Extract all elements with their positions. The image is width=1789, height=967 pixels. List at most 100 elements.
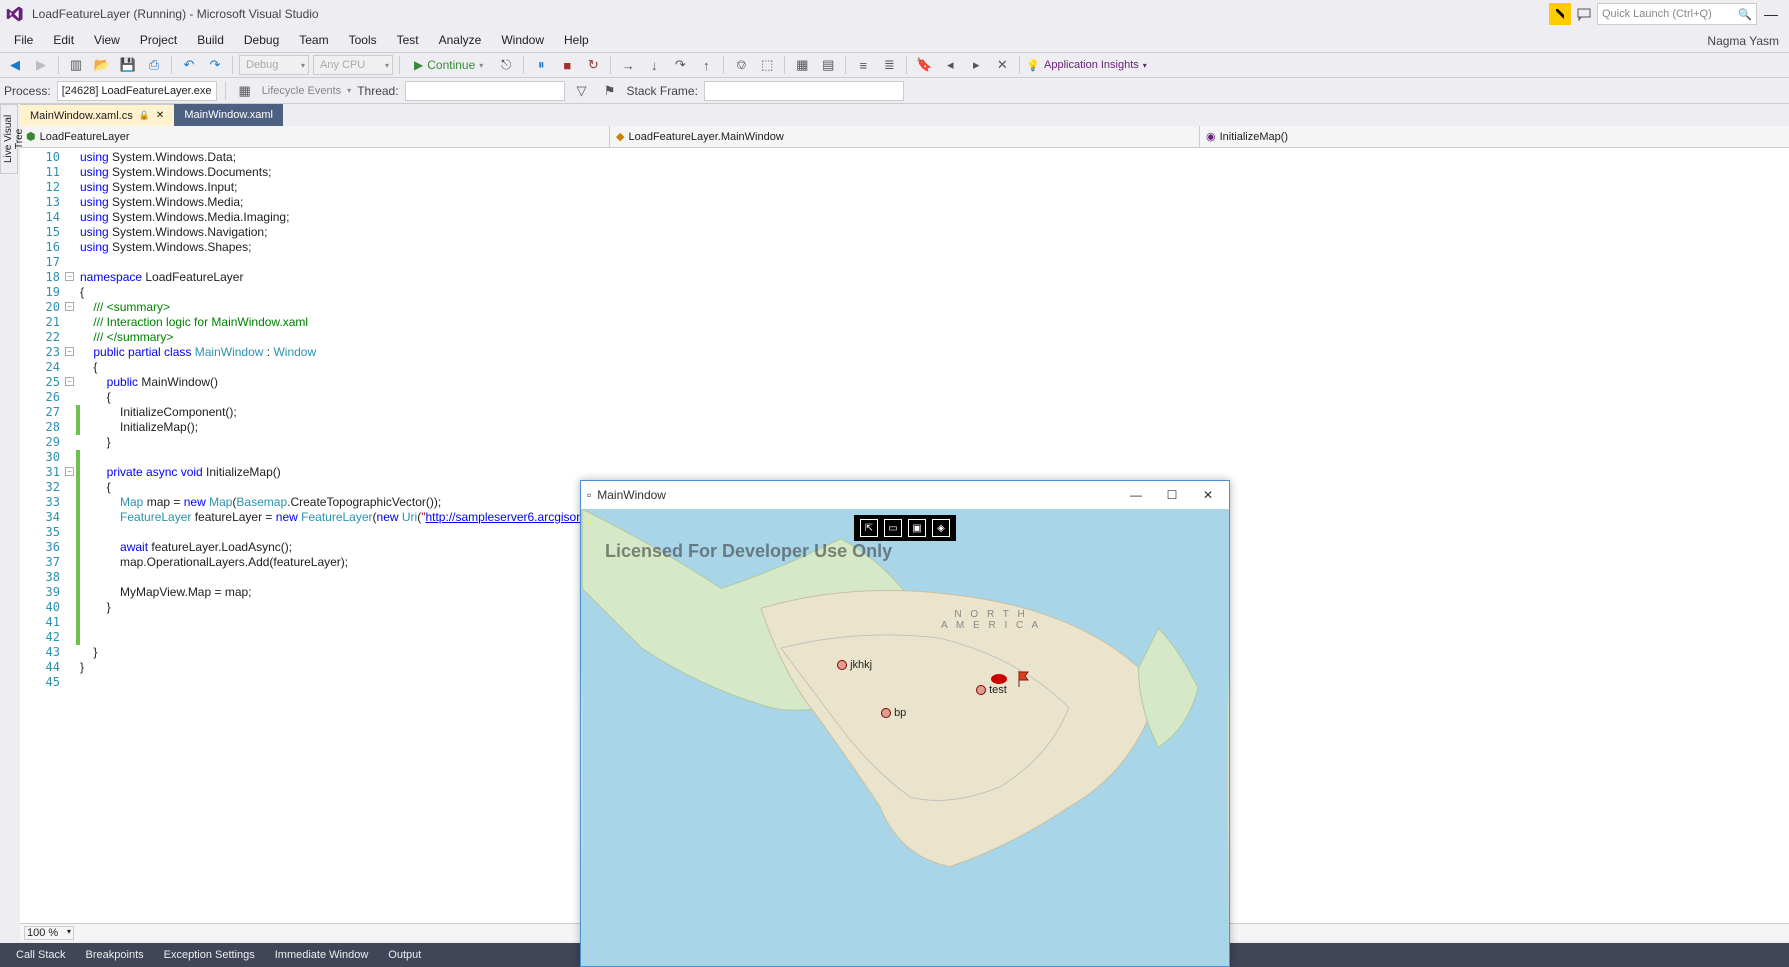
close-icon[interactable]: ✕ bbox=[156, 110, 164, 121]
stop-icon[interactable]: ■ bbox=[556, 54, 578, 76]
bookmark-icon[interactable]: 🔖 bbox=[913, 54, 935, 76]
fold-toggle[interactable]: − bbox=[65, 347, 74, 356]
platform-combo: Any CPU bbox=[313, 55, 393, 75]
nav-fwd-icon: ▶ bbox=[30, 54, 52, 76]
outdent-icon[interactable]: ≣ bbox=[878, 54, 900, 76]
thread-flag-icon[interactable]: ⚑ bbox=[599, 80, 621, 102]
zoom-combo[interactable]: 100 %▾ bbox=[24, 926, 74, 940]
menubar: FileEditViewProjectBuildDebugTeamToolsTe… bbox=[0, 28, 1789, 52]
menu-test[interactable]: Test bbox=[387, 29, 429, 51]
menu-tools[interactable]: Tools bbox=[339, 29, 387, 51]
csharp-icon: ⬢ bbox=[26, 130, 36, 143]
run-window-titlebar[interactable]: ▫ MainWindow — ☐ ✕ bbox=[581, 481, 1229, 509]
thread-combo[interactable] bbox=[405, 81, 565, 101]
run-window-title: MainWindow bbox=[597, 488, 666, 502]
search-icon: 🔍 bbox=[1738, 8, 1752, 21]
new-project-icon[interactable]: ▥ bbox=[65, 54, 87, 76]
project-combo[interactable]: ⬢ LoadFeatureLayer bbox=[20, 126, 610, 147]
lifecycle-label[interactable]: Lifecycle Events bbox=[262, 85, 341, 97]
editor-tabs: MainWindow.xaml.cs 🔒 ✕ MainWindow.xaml bbox=[0, 104, 1789, 126]
show-next-icon[interactable]: → bbox=[617, 54, 639, 76]
feedback-icon[interactable] bbox=[1573, 3, 1595, 25]
bottom-tab-exception-settings[interactable]: Exception Settings bbox=[156, 945, 263, 965]
lifecycle-icon[interactable]: ▦ bbox=[234, 80, 256, 102]
fold-toggle[interactable]: − bbox=[65, 272, 74, 281]
fold-toggle[interactable]: − bbox=[65, 377, 74, 386]
map-feature-bp[interactable]: bp bbox=[881, 707, 906, 719]
class-icon: ◆ bbox=[616, 130, 624, 143]
map-flag-icon[interactable] bbox=[1017, 671, 1031, 687]
step-out-icon[interactable]: ↑ bbox=[695, 54, 717, 76]
menu-project[interactable]: Project bbox=[130, 29, 187, 51]
bookmark-clear-icon[interactable]: ✕ bbox=[991, 54, 1013, 76]
menu-team[interactable]: Team bbox=[289, 29, 338, 51]
quick-launch-placeholder: Quick Launch (Ctrl+Q) bbox=[1602, 8, 1712, 20]
member-combo[interactable]: ◉ InitializeMap() bbox=[1200, 126, 1789, 147]
signed-in-user[interactable]: Nagma Yasm bbox=[1701, 30, 1785, 52]
thread-filter-icon[interactable]: ▽ bbox=[571, 80, 593, 102]
fold-toggle[interactable]: − bbox=[65, 302, 74, 311]
toggle-icon[interactable]: ⎊ bbox=[730, 54, 752, 76]
map-feature-fire[interactable] bbox=[991, 674, 1007, 684]
bottom-tab-call-stack[interactable]: Call Stack bbox=[8, 945, 74, 965]
solution-config-combo: Debug bbox=[239, 55, 309, 75]
menu-file[interactable]: File bbox=[4, 29, 43, 51]
map-feature-test[interactable]: test bbox=[976, 684, 1007, 696]
thread-label: Thread: bbox=[357, 84, 398, 98]
bottom-tab-immediate-window[interactable]: Immediate Window bbox=[267, 945, 377, 965]
map-feature-jkhkj[interactable]: jkhkj bbox=[837, 659, 872, 671]
map-view[interactable]: ⇱ ▭ ▣ ◈ Licensed For Developer Use Only … bbox=[581, 509, 1229, 966]
track-focus-icon[interactable]: ◈ bbox=[932, 519, 950, 537]
process-combo[interactable]: [24628] LoadFeatureLayer.exe bbox=[57, 81, 217, 101]
run-close[interactable]: ✕ bbox=[1193, 484, 1223, 506]
save-icon[interactable]: 💾 bbox=[117, 54, 139, 76]
quick-launch-input[interactable]: Quick Launch (Ctrl+Q) 🔍 bbox=[1597, 3, 1757, 25]
bookmark-next-icon[interactable]: ▸ bbox=[965, 54, 987, 76]
bottom-tab-breakpoints[interactable]: Breakpoints bbox=[78, 945, 152, 965]
step-into-icon[interactable]: ↓ bbox=[643, 54, 665, 76]
menu-build[interactable]: Build bbox=[187, 29, 234, 51]
display-layout-icon[interactable]: ▣ bbox=[908, 519, 926, 537]
layout-icon[interactable]: ▦ bbox=[791, 54, 813, 76]
continue-button[interactable]: ▶ Continue ▾ bbox=[406, 54, 491, 76]
stackframe-combo[interactable] bbox=[704, 81, 904, 101]
menu-analyze[interactable]: Analyze bbox=[429, 29, 492, 51]
menu-window[interactable]: Window bbox=[491, 29, 554, 51]
indent-icon[interactable]: ≡ bbox=[852, 54, 874, 76]
layout2-icon[interactable]: ▤ bbox=[817, 54, 839, 76]
window-minimize[interactable]: — bbox=[1759, 3, 1783, 25]
xaml-debug-toolbar[interactable]: ⇱ ▭ ▣ ◈ bbox=[854, 515, 956, 541]
save-all-icon[interactable]: ⎙ bbox=[143, 54, 165, 76]
restart-icon[interactable]: ↻ bbox=[582, 54, 604, 76]
menu-help[interactable]: Help bbox=[554, 29, 599, 51]
menu-edit[interactable]: Edit bbox=[43, 29, 84, 51]
live-visual-tree-tab[interactable]: Live Visual Tree bbox=[0, 104, 18, 174]
lightbulb-icon: 💡 bbox=[1026, 59, 1040, 72]
bookmark-prev-icon[interactable]: ◂ bbox=[939, 54, 961, 76]
menu-view[interactable]: View bbox=[84, 29, 130, 51]
open-icon[interactable]: 📂 bbox=[91, 54, 113, 76]
run-minimize[interactable]: — bbox=[1121, 484, 1151, 506]
bottom-tab-output[interactable]: Output bbox=[380, 945, 429, 965]
select-icon[interactable]: ⬚ bbox=[756, 54, 778, 76]
debug-toolbar: Process: [24628] LoadFeatureLayer.exe ▦ … bbox=[0, 78, 1789, 104]
menu-debug[interactable]: Debug bbox=[234, 29, 289, 51]
app-icon: ▫ bbox=[587, 488, 591, 502]
pause-icon[interactable]: ⏸ bbox=[530, 54, 552, 76]
app-insights-button[interactable]: 💡 Application Insights ▾ bbox=[1026, 59, 1147, 72]
nav-back-icon[interactable]: ◀ bbox=[4, 54, 26, 76]
running-app-window[interactable]: ▫ MainWindow — ☐ ✕ ⇱ ▭ ▣ ◈ Licensed For … bbox=[580, 480, 1230, 967]
undo-icon[interactable]: ↶ bbox=[178, 54, 200, 76]
notification-flag-icon[interactable] bbox=[1549, 3, 1571, 25]
redo-icon[interactable]: ↷ bbox=[204, 54, 226, 76]
fold-toggle[interactable]: − bbox=[65, 467, 74, 476]
tab-mainwindow-xaml[interactable]: MainWindow.xaml bbox=[174, 104, 283, 126]
tab-mainwindow-cs[interactable]: MainWindow.xaml.cs 🔒 ✕ bbox=[20, 104, 174, 126]
license-watermark: Licensed For Developer Use Only bbox=[605, 541, 892, 562]
select-element-icon[interactable]: ▭ bbox=[884, 519, 902, 537]
step-over-icon[interactable]: ↷ bbox=[669, 54, 691, 76]
run-maximize[interactable]: ☐ bbox=[1157, 484, 1187, 506]
hot-reload-icon[interactable]: ⎋ bbox=[495, 54, 517, 76]
class-combo[interactable]: ◆ LoadFeatureLayer.MainWindow bbox=[610, 126, 1200, 147]
goto-live-tree-icon[interactable]: ⇱ bbox=[860, 519, 878, 537]
